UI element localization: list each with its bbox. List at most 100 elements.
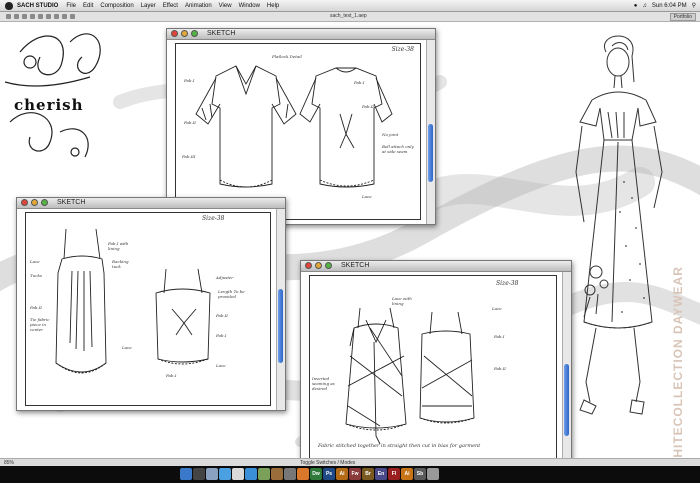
- window-titlebar[interactable]: SKETCH: [167, 29, 435, 40]
- sketch-window-2[interactable]: SKETCH Size-38 Fab.I with lining Racking…: [16, 197, 286, 411]
- menu-clock[interactable]: Sun 6:04 PM: [652, 3, 687, 9]
- zoom-button[interactable]: [191, 30, 198, 37]
- menu-edit[interactable]: Edit: [83, 3, 93, 9]
- dock: Dw Ps Ai Fw Br En Fl Ai Sb: [0, 466, 700, 483]
- menu-layer[interactable]: Layer: [141, 3, 156, 9]
- wifi-icon[interactable]: ●: [634, 3, 638, 9]
- imovie-icon[interactable]: [271, 468, 283, 480]
- dock-app-fw[interactable]: Fw: [349, 468, 361, 480]
- eraser-tool-icon[interactable]: [70, 14, 75, 19]
- menu-file[interactable]: File: [66, 3, 76, 9]
- document-title: sach_test_1.aep: [330, 13, 367, 19]
- annotation: Fab.II: [184, 120, 196, 125]
- window-title: SKETCH: [57, 199, 86, 206]
- annotation: Fabric stitched together in straight the…: [318, 443, 481, 449]
- annotation: Fab.I: [216, 333, 227, 338]
- menu-animation[interactable]: Animation: [185, 3, 212, 9]
- window-titlebar[interactable]: SKETCH: [301, 261, 571, 272]
- menu-view[interactable]: View: [219, 3, 232, 9]
- vertical-scrollbar[interactable]: [276, 209, 285, 410]
- brush-tool-icon[interactable]: [62, 14, 67, 19]
- minimize-button[interactable]: [315, 262, 322, 269]
- vertical-scrollbar[interactable]: [562, 272, 571, 458]
- close-button[interactable]: [171, 30, 178, 37]
- garment-sketch: [345, 307, 475, 445]
- safari-icon[interactable]: [219, 468, 231, 480]
- firefox-icon[interactable]: [297, 468, 309, 480]
- dock-app-dw[interactable]: Dw: [310, 468, 322, 480]
- menu-window[interactable]: Window: [239, 3, 260, 9]
- minimize-button[interactable]: [31, 199, 38, 206]
- annotation: Lace with lining: [392, 296, 412, 306]
- annotation: Lace: [492, 306, 502, 311]
- trash-icon[interactable]: [427, 468, 439, 480]
- vertical-scrollbar[interactable]: [426, 40, 435, 224]
- dock-app-en[interactable]: En: [375, 468, 387, 480]
- sketch-window-1[interactable]: SKETCH Size-38 Fab.I Fab.II Fab.III Flat…: [166, 28, 436, 225]
- close-button[interactable]: [21, 199, 28, 206]
- sketch-window-3[interactable]: SKETCH Size-38 Lace with lining Lace Fab…: [300, 260, 572, 458]
- annotation: Fab.III: [182, 154, 196, 159]
- menu-extras: ● ♫ Sun 6:04 PM ⚲: [634, 0, 696, 11]
- dashboard-icon[interactable]: [193, 468, 205, 480]
- scroll-thumb[interactable]: [278, 289, 283, 363]
- annotation: Lace: [122, 345, 132, 350]
- annotation: Fab.I: [166, 373, 177, 378]
- scroll-thumb[interactable]: [428, 124, 433, 182]
- collection-side-title: WHITECOLLECTION DAYWEAR: [671, 266, 685, 458]
- annotation: Fab.II: [30, 305, 42, 310]
- window-titlebar[interactable]: SKETCH: [17, 198, 285, 209]
- menu-composition[interactable]: Composition: [100, 3, 133, 9]
- garment-sketch: [55, 228, 211, 374]
- sketch-sheet: Size-38 Fab.I with lining Racking tuck L: [25, 212, 271, 406]
- window-controls: [305, 262, 332, 269]
- zoom-button[interactable]: [41, 199, 48, 206]
- hand-tool-icon[interactable]: [14, 14, 19, 19]
- selection-tool-icon[interactable]: [6, 14, 11, 19]
- annotation: No joint: [382, 132, 399, 137]
- close-button[interactable]: [305, 262, 312, 269]
- minimize-button[interactable]: [181, 30, 188, 37]
- annotation: Fab.I: [354, 80, 365, 85]
- annotation: Tie fabric piece in center: [30, 317, 50, 332]
- camera-tool-icon[interactable]: [38, 14, 43, 19]
- annotation: Fab.II: [362, 104, 374, 109]
- zoom-button[interactable]: [325, 262, 332, 269]
- pen-tool-icon[interactable]: [46, 14, 51, 19]
- menu-bar: SACH STUDIO File Edit Composition Layer …: [0, 0, 700, 12]
- mail-icon[interactable]: [206, 468, 218, 480]
- preferences-icon[interactable]: [284, 468, 296, 480]
- scroll-thumb[interactable]: [564, 364, 569, 436]
- window-controls: [21, 199, 48, 206]
- dock-app-ps[interactable]: Ps: [323, 468, 335, 480]
- menu-effect[interactable]: Effect: [163, 3, 178, 9]
- annotation: Lace: [362, 194, 372, 199]
- annotation: Fab.I with lining: [108, 241, 129, 251]
- dock-app-ai-2[interactable]: Ai: [401, 468, 413, 480]
- ical-icon[interactable]: [232, 468, 244, 480]
- dock-app-fl[interactable]: Fl: [388, 468, 400, 480]
- annotation: Racking tuck: [112, 259, 129, 269]
- sketch-sheet: Size-38 Lace with lining Lace Fab.I Fab.…: [309, 275, 557, 458]
- annotation: Tucks: [30, 273, 42, 278]
- workspace-select[interactable]: Portfolio: [669, 13, 696, 21]
- dock-app-sb[interactable]: Sb: [414, 468, 426, 480]
- dock-app-br[interactable]: Br: [362, 468, 374, 480]
- menu-help[interactable]: Help: [267, 3, 279, 9]
- garment-sketch: [195, 65, 393, 188]
- rotate-tool-icon[interactable]: [30, 14, 35, 19]
- menu-app-name[interactable]: SACH STUDIO: [17, 3, 58, 9]
- composition-canvas[interactable]: cherish WHITECOLLECTION DAYWEAR SKETCH S…: [0, 22, 700, 458]
- spotlight-icon[interactable]: ⚲: [692, 2, 696, 9]
- window-controls: [171, 30, 198, 37]
- text-tool-icon[interactable]: [54, 14, 59, 19]
- zoom-tool-icon[interactable]: [22, 14, 27, 19]
- dock-app-ai[interactable]: Ai: [336, 468, 348, 480]
- itunes-icon[interactable]: [245, 468, 257, 480]
- volume-icon[interactable]: ♫: [642, 3, 647, 9]
- iphoto-icon[interactable]: [258, 468, 270, 480]
- apple-menu-icon[interactable]: [5, 1, 13, 10]
- tool-icons: [6, 14, 75, 19]
- annotation: Bell attach only at side seam: [382, 144, 414, 154]
- finder-icon[interactable]: [180, 468, 192, 480]
